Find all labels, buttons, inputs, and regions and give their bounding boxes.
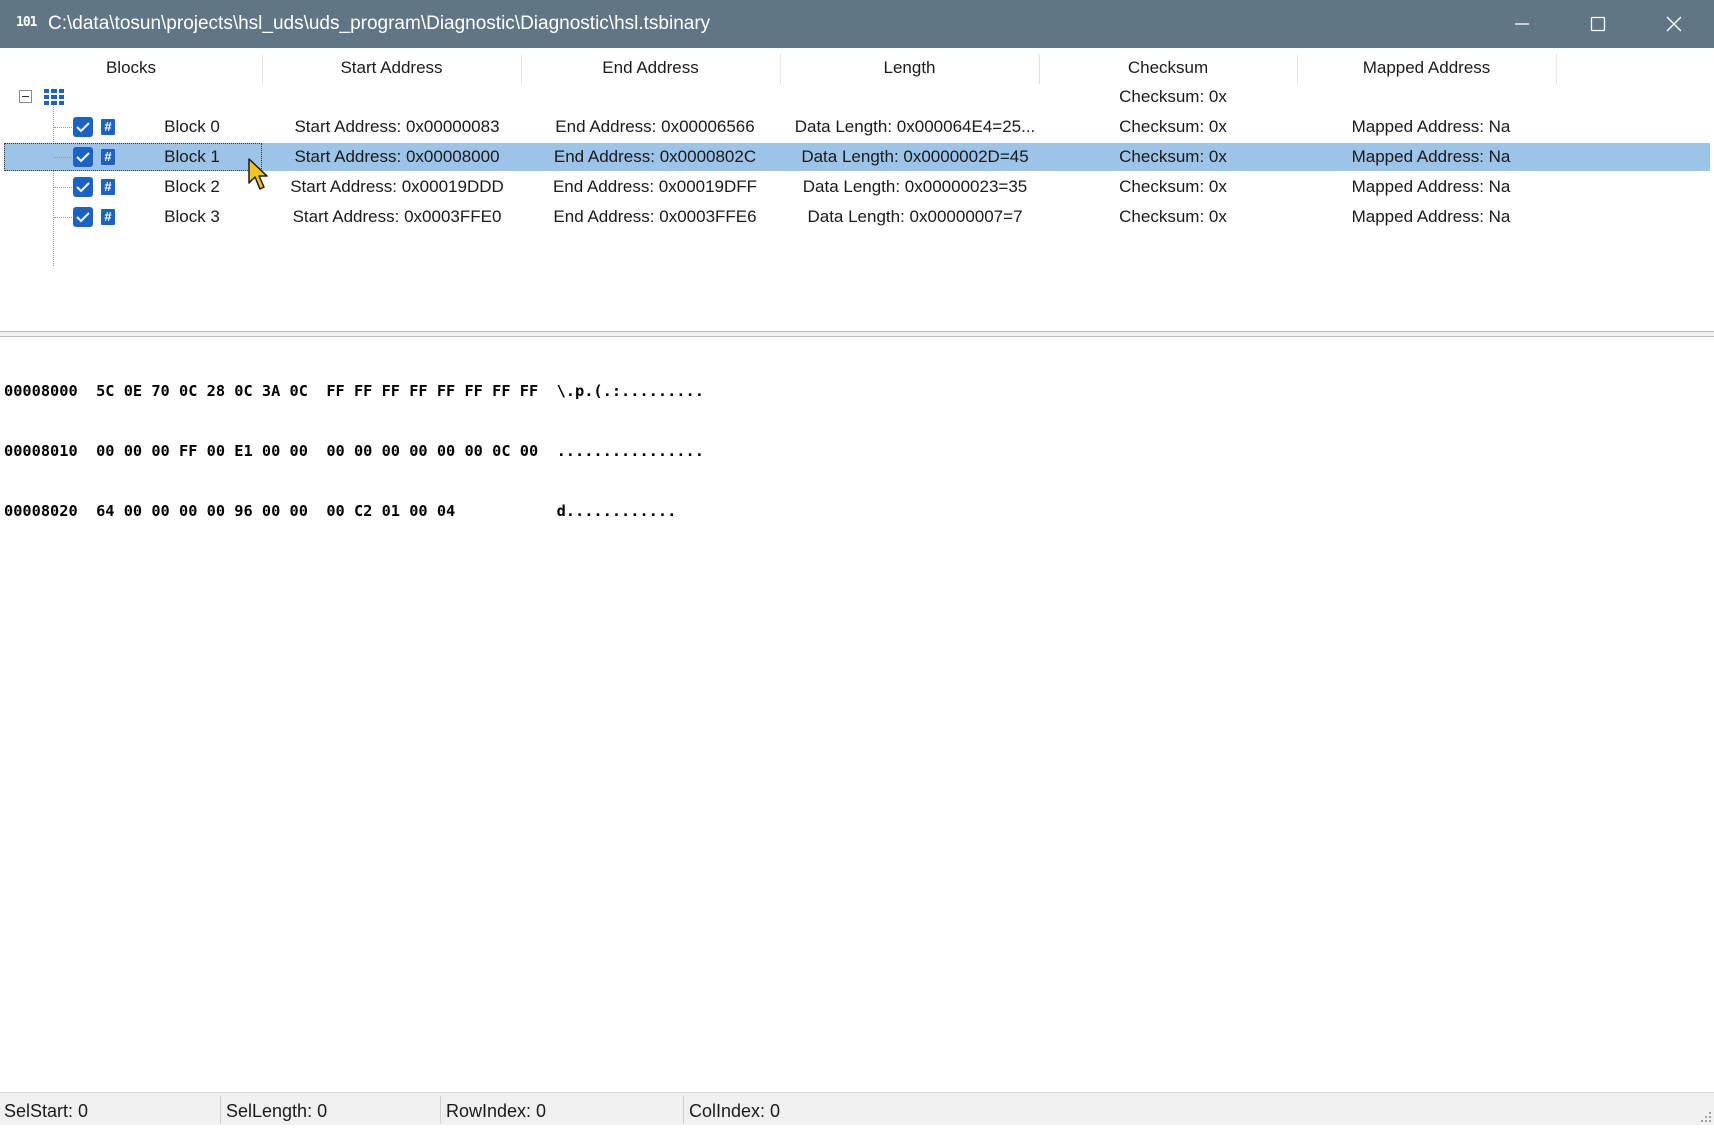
data-length: Data Length: 0x0000002D=45 bbox=[801, 147, 1029, 166]
hash-icon: # bbox=[101, 119, 115, 135]
checksum: Checksum: 0x bbox=[1119, 177, 1227, 196]
column-header-start-address[interactable]: Start Address bbox=[262, 48, 521, 88]
start-address: Start Address: 0x00000083 bbox=[294, 117, 500, 136]
block-name: Block 1 bbox=[164, 147, 220, 166]
collapse-toggle[interactable] bbox=[19, 90, 32, 103]
block-name: Block 2 bbox=[164, 177, 220, 196]
start-address: Start Address: 0x0003FFE0 bbox=[292, 207, 502, 226]
maximize-icon bbox=[1590, 16, 1606, 32]
block-name: Block 0 bbox=[164, 117, 220, 136]
data-length: Data Length: 0x00000023=35 bbox=[802, 177, 1028, 196]
maximize-button[interactable] bbox=[1562, 0, 1634, 48]
checksum: Checksum: 0x bbox=[1119, 117, 1227, 136]
status-divider bbox=[440, 1096, 441, 1124]
column-header-blocks[interactable]: Blocks bbox=[0, 48, 262, 88]
window-title: C:\data\tosun\projects\hsl_uds\uds_progr… bbox=[48, 13, 711, 34]
hex-line: 00008020 64 00 00 00 00 96 00 00 00 C2 0… bbox=[4, 502, 677, 520]
checkmark-icon bbox=[76, 122, 90, 133]
mapped-address: Mapped Address: Na bbox=[1351, 177, 1511, 196]
hex-line: 00008000 5C 0E 70 0C 28 0C 3A 0C FF FF F… bbox=[4, 382, 704, 400]
column-header-mapped-address[interactable]: Mapped Address bbox=[1297, 48, 1556, 88]
mouse-cursor-icon bbox=[248, 158, 268, 190]
title-bar: 101 C:\data\tosun\projects\hsl_uds\uds_p… bbox=[0, 0, 1714, 48]
pane-splitter[interactable] bbox=[0, 331, 1714, 337]
end-address: End Address: 0x0000802C bbox=[553, 147, 757, 166]
status-divider bbox=[683, 1096, 684, 1124]
start-address: Start Address: 0x00019DDD bbox=[290, 177, 504, 196]
status-bar: SelStart: 0 SelLength: 0 RowIndex: 0 Col… bbox=[0, 1092, 1714, 1125]
checksum: Checksum: 0x bbox=[1119, 147, 1227, 166]
tree-line bbox=[54, 217, 72, 218]
column-header-length[interactable]: Length bbox=[780, 48, 1039, 88]
data-length: Data Length: 0x000064E4=25... bbox=[794, 117, 1036, 136]
checkmark-icon bbox=[76, 212, 90, 223]
block-checkbox[interactable] bbox=[73, 177, 93, 197]
status-divider bbox=[220, 1096, 221, 1124]
resize-grip-icon[interactable] bbox=[1698, 1109, 1712, 1123]
close-button[interactable] bbox=[1638, 0, 1710, 48]
root-checksum: Checksum: 0x bbox=[1119, 87, 1227, 106]
block-checkbox[interactable] bbox=[73, 147, 93, 167]
start-address: Start Address: 0x00008000 bbox=[294, 147, 500, 166]
minimize-button[interactable] bbox=[1486, 0, 1558, 48]
column-header-end-address[interactable]: End Address bbox=[521, 48, 780, 88]
checkmark-icon bbox=[76, 152, 90, 163]
end-address: End Address: 0x0003FFE6 bbox=[553, 207, 757, 226]
block-name: Block 3 bbox=[164, 207, 220, 226]
status-sel-start: SelStart: 0 bbox=[4, 1101, 89, 1121]
data-length: Data Length: 0x00000007=7 bbox=[807, 207, 1023, 226]
block-checkbox[interactable] bbox=[73, 207, 93, 227]
mapped-address: Mapped Address: Na bbox=[1351, 207, 1511, 226]
mapped-address: Mapped Address: Na bbox=[1351, 117, 1511, 136]
table-row[interactable]: # Block 3 Start Address: 0x0003FFE0 End … bbox=[0, 202, 1714, 232]
checkmark-icon bbox=[76, 182, 90, 193]
minimize-icon bbox=[1515, 23, 1529, 25]
hex-viewer[interactable]: 00008000 5C 0E 70 0C 28 0C 3A 0C FF FF F… bbox=[4, 341, 704, 541]
hex-line: 00008010 00 00 00 FF 00 E1 00 00 00 00 0… bbox=[4, 442, 704, 460]
tree-line bbox=[54, 157, 72, 158]
block-checkbox[interactable] bbox=[73, 117, 93, 137]
mapped-address: Mapped Address: Na bbox=[1351, 147, 1511, 166]
status-sel-length: SelLength: 0 bbox=[226, 1101, 328, 1121]
status-row-index: RowIndex: 0 bbox=[446, 1101, 547, 1121]
hash-icon: # bbox=[101, 149, 115, 165]
binary-icon: 101 bbox=[16, 15, 37, 30]
end-address: End Address: 0x00006566 bbox=[555, 117, 755, 136]
status-col-index: ColIndex: 0 bbox=[689, 1101, 781, 1121]
tree-line bbox=[54, 187, 72, 188]
checksum: Checksum: 0x bbox=[1119, 207, 1227, 226]
end-address: End Address: 0x00019DFF bbox=[552, 177, 758, 196]
hash-icon: # bbox=[101, 179, 115, 195]
column-divider[interactable] bbox=[1556, 54, 1557, 84]
close-icon bbox=[1666, 16, 1682, 32]
table-row[interactable]: # Block 0 Start Address: 0x00000083 End … bbox=[0, 112, 1714, 142]
grid-root-icon bbox=[44, 89, 64, 105]
hash-icon: # bbox=[101, 209, 115, 225]
tree-line bbox=[54, 127, 72, 128]
grid-header: Blocks Start Address End Address Length … bbox=[0, 48, 1714, 88]
